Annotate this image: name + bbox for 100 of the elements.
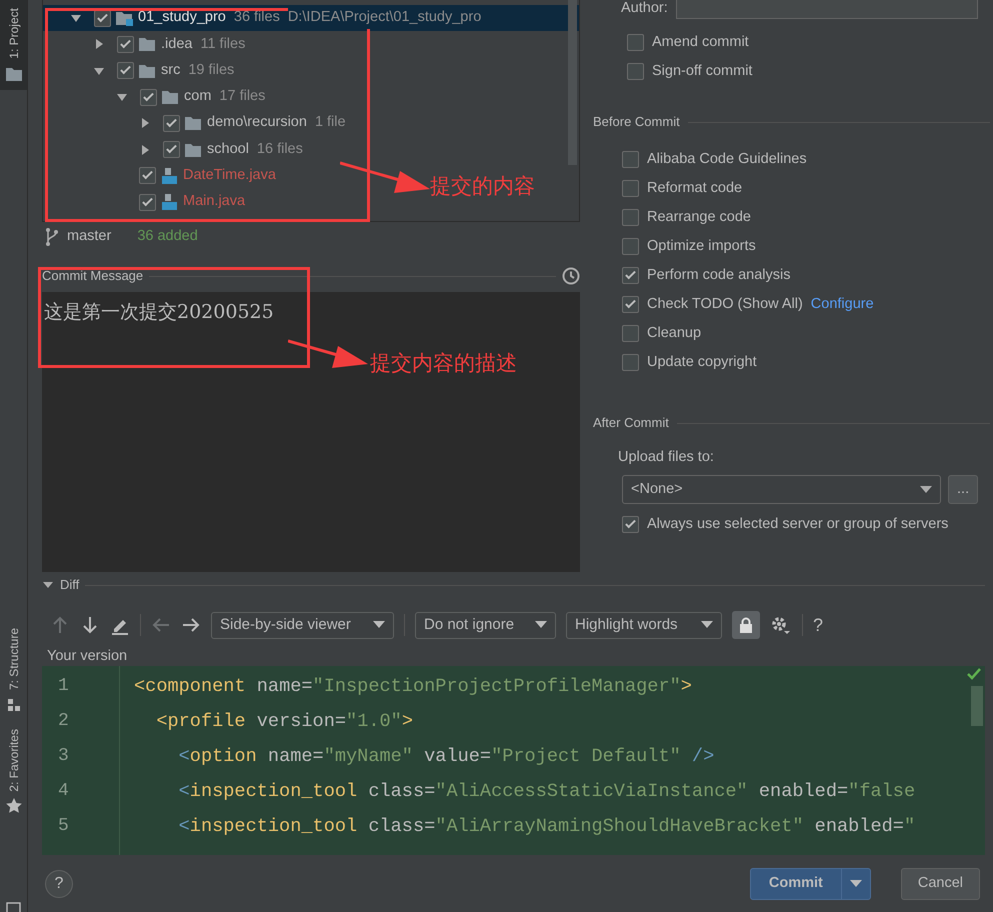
highlight-dropdown[interactable]: Highlight words bbox=[566, 612, 722, 638]
caret-icon bbox=[850, 880, 862, 888]
line-number: 4 bbox=[57, 780, 70, 803]
caret-icon bbox=[920, 486, 932, 494]
file-count: 11 files bbox=[200, 34, 246, 54]
tree-item-label[interactable]: src bbox=[161, 60, 180, 82]
author-field[interactable] bbox=[676, 0, 978, 18]
checkbox[interactable] bbox=[622, 354, 639, 371]
field-label: Upload files to: bbox=[617, 448, 715, 467]
checkbox[interactable] bbox=[622, 516, 639, 533]
configure-link[interactable]: Configure bbox=[810, 294, 874, 316]
option-label: Alibaba Code Guidelines bbox=[647, 150, 807, 169]
line-number: 3 bbox=[57, 745, 70, 768]
checkbox[interactable] bbox=[117, 62, 134, 80]
code-line: <option name="myName" value="Project Default" /> bbox=[178, 745, 716, 769]
checkbox[interactable] bbox=[163, 141, 180, 158]
folder-icon bbox=[184, 114, 203, 132]
browse-button[interactable]: ... bbox=[948, 475, 978, 504]
checkbox[interactable] bbox=[622, 180, 639, 197]
pane-title: Your version bbox=[46, 647, 128, 666]
star-icon bbox=[4, 797, 22, 814]
cancel-button[interactable]: Cancel bbox=[900, 868, 980, 900]
caret-icon bbox=[373, 621, 385, 629]
expand-arrow-icon[interactable] bbox=[116, 91, 128, 104]
annotation-label: 提交的内容 bbox=[430, 174, 535, 200]
lock-icon bbox=[739, 617, 753, 633]
branch-name: master bbox=[67, 227, 112, 246]
checkbox[interactable] bbox=[622, 267, 639, 284]
section-title: Diff bbox=[60, 576, 80, 594]
lock-toggle[interactable] bbox=[732, 611, 760, 639]
option-label: Cleanup bbox=[647, 324, 702, 343]
branch-icon bbox=[45, 227, 59, 247]
tree-item-label[interactable]: 01_study_pro bbox=[138, 7, 226, 30]
help-button[interactable]: ? bbox=[813, 612, 824, 638]
file-count: 36 files bbox=[234, 8, 280, 28]
tool-window-tab[interactable]: 1: Project bbox=[0, 0, 27, 90]
code-line: <inspection_tool class="AliArrayNamingShouldHaveBracket" enabled=" bbox=[178, 815, 916, 839]
layout-icon[interactable] bbox=[6, 902, 22, 912]
field-label: Author: bbox=[621, 0, 668, 18]
checkbox[interactable] bbox=[622, 151, 639, 168]
file-count: 17 files bbox=[219, 87, 266, 106]
checkbox[interactable] bbox=[117, 36, 134, 53]
expand-arrow-icon[interactable] bbox=[70, 12, 82, 24]
checkbox[interactable] bbox=[139, 194, 156, 211]
folder-icon bbox=[115, 9, 134, 28]
line-number: 5 bbox=[57, 815, 70, 838]
option-label: Reformat code bbox=[647, 178, 742, 198]
tool-window-tab[interactable]: 2: Favorites bbox=[0, 720, 27, 822]
option-label: Update copyright bbox=[647, 352, 757, 372]
java-file-icon bbox=[160, 193, 179, 212]
annotation-label: 提交内容的描述 bbox=[370, 351, 517, 377]
section-title: After Commit bbox=[593, 414, 669, 432]
tree-item-label[interactable]: .idea bbox=[161, 34, 192, 56]
tree-item-label[interactable]: school bbox=[207, 138, 249, 160]
checkbox[interactable] bbox=[622, 296, 639, 313]
commit-button[interactable]: Commit bbox=[750, 868, 871, 900]
java-file-icon bbox=[160, 166, 179, 185]
viewer-dropdown[interactable]: Side-by-side viewer bbox=[211, 612, 394, 638]
folder-icon bbox=[138, 35, 157, 54]
whitespace-dropdown[interactable]: Do not ignore bbox=[415, 612, 556, 638]
option-label: Perform code analysis bbox=[647, 266, 790, 285]
tree-item-label[interactable]: demo\recursion bbox=[207, 112, 307, 134]
checkbox[interactable] bbox=[139, 167, 156, 184]
file-count: 19 files bbox=[188, 60, 234, 80]
checkmark-icon bbox=[967, 668, 981, 680]
checkbox[interactable] bbox=[627, 63, 644, 80]
folder-icon bbox=[161, 88, 180, 106]
history-icon[interactable] bbox=[562, 267, 580, 285]
tool-window-tab[interactable]: 7: Structure bbox=[0, 620, 27, 721]
collapse-arrow-icon[interactable] bbox=[42, 580, 54, 590]
option-label: Rearrange code bbox=[647, 208, 751, 227]
scrollbar[interactable] bbox=[971, 686, 983, 726]
expand-arrow-icon[interactable] bbox=[139, 144, 151, 156]
change-summary: 36 added bbox=[137, 227, 198, 246]
settings-icon[interactable] bbox=[770, 615, 792, 635]
option-label: Check TODO (Show All) bbox=[647, 294, 803, 314]
section-label: Commit Message bbox=[42, 267, 144, 286]
upload-target-dropdown[interactable]: <None> bbox=[622, 475, 942, 504]
line-number: 2 bbox=[57, 710, 70, 733]
option-label: Sign-off commit bbox=[652, 62, 752, 81]
caret-icon bbox=[701, 621, 713, 629]
file-count: 1 file bbox=[314, 113, 346, 132]
expand-arrow-icon[interactable] bbox=[139, 117, 151, 130]
help-button[interactable]: ? bbox=[45, 870, 73, 898]
line-number: 1 bbox=[57, 675, 70, 698]
checkbox[interactable] bbox=[622, 325, 639, 342]
code-line: <profile version="1.0"> bbox=[155, 710, 414, 734]
expand-arrow-icon[interactable] bbox=[93, 38, 105, 50]
code-line: <inspection_tool class="AliAccessStaticViaInstance" enabled="false bbox=[178, 780, 916, 804]
tree-item-label[interactable]: com bbox=[184, 86, 212, 108]
checkbox[interactable] bbox=[627, 34, 644, 51]
option-label: Always use selected server or group of servers bbox=[647, 514, 948, 534]
checkbox[interactable] bbox=[622, 209, 639, 226]
checkbox[interactable] bbox=[622, 238, 639, 255]
code-line: <component name="InspectionProjectProfileManager"> bbox=[134, 675, 693, 699]
checkbox[interactable] bbox=[163, 114, 180, 132]
checkbox[interactable] bbox=[140, 88, 157, 106]
section-title: Before Commit bbox=[593, 113, 680, 132]
module-path: D:\IDEA\Project\01_study_pro bbox=[288, 7, 482, 30]
scrollbar[interactable] bbox=[568, 0, 577, 165]
